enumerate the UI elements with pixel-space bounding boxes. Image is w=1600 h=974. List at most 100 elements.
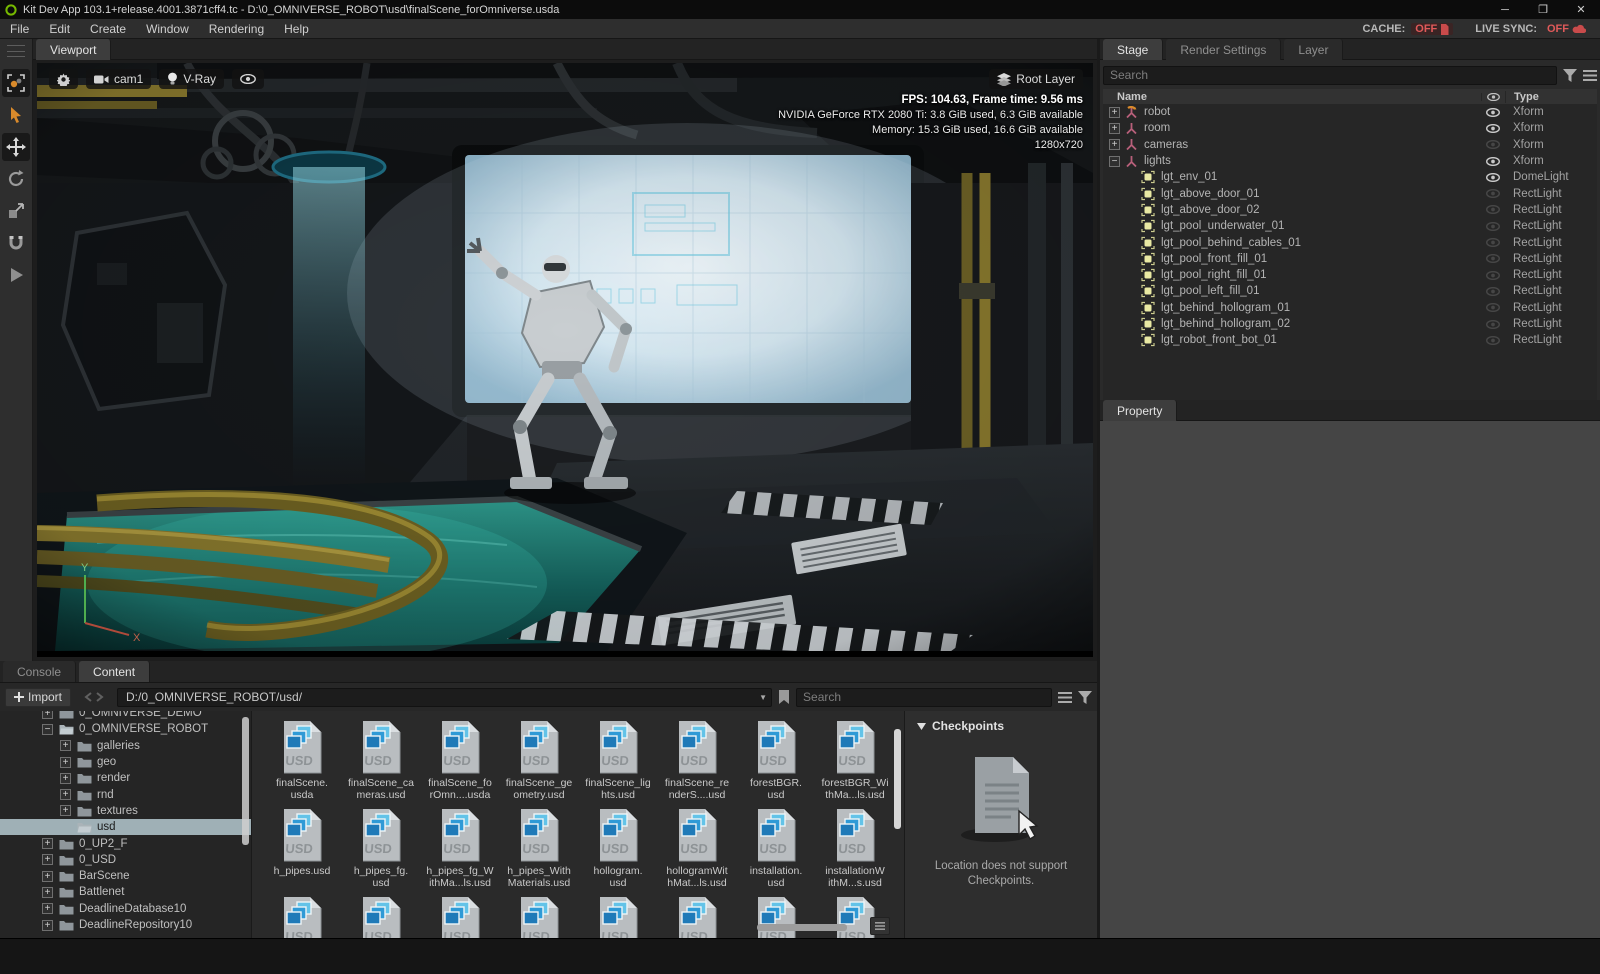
usd-file-item[interactable]: USD h_pipes_With Materials.usd [501, 807, 577, 889]
folder-name[interactable]: galleries [97, 740, 140, 752]
folder-item-battlenet[interactable]: + Battlenet [0, 884, 251, 900]
expander-plus-icon[interactable]: + [60, 772, 71, 784]
play-button[interactable] [2, 261, 30, 289]
visibility-eye-icon[interactable] [1481, 205, 1505, 215]
tab-console[interactable]: Console [3, 661, 77, 682]
tab-layer[interactable]: Layer [1284, 39, 1344, 60]
usd-file-item[interactable]: USD finalScene_ge ometry.usd [501, 719, 577, 801]
forward-icon[interactable] [96, 692, 104, 702]
usd-file-item[interactable]: USD finalScene_ca meras.usd [343, 719, 419, 801]
tab-render-settings[interactable]: Render Settings [1166, 39, 1282, 60]
stage-row[interactable]: lgt_env_01 DomeLight [1103, 169, 1597, 185]
folder-item-0_usd[interactable]: +0_USD [0, 852, 251, 868]
prim-name[interactable]: lgt_behind_hollogram_01 [1161, 302, 1481, 314]
usd-file-item[interactable]: USD hollogramWit hMat...ls.usd [659, 807, 735, 889]
folder-name[interactable]: 0_USD [79, 854, 116, 866]
close-button[interactable]: ✕ [1562, 0, 1600, 19]
menu-edit[interactable]: Edit [39, 22, 80, 36]
folder-item-deadlinedatabase10[interactable]: + DeadlineDatabase10 [0, 901, 251, 917]
viewport-3d-scene[interactable]: Y X cam1 V-Ray Root Layer FPS: 104.63, F… [37, 63, 1093, 657]
menu-window[interactable]: Window [136, 22, 199, 36]
expander-plus-icon[interactable]: + [42, 903, 53, 915]
prim-name[interactable]: lgt_pool_front_fill_01 [1161, 253, 1481, 265]
prim-name[interactable]: lgt_robot_front_bot_01 [1161, 334, 1481, 346]
visibility-eye-icon[interactable] [1481, 189, 1505, 199]
folder-item-usd[interactable]: usd [0, 819, 251, 836]
visibility-eye-icon[interactable] [1481, 140, 1505, 150]
folder-item-0_up2_f[interactable]: +0_UP2_F [0, 835, 251, 851]
folder-name[interactable]: BarScene [79, 870, 130, 882]
select-tool-button[interactable] [2, 101, 30, 129]
prim-name[interactable]: robot [1144, 106, 1481, 118]
folder-name[interactable]: geo [97, 756, 116, 768]
visibility-eye-icon[interactable] [1481, 335, 1505, 345]
stage-row[interactable]: lgt_robot_front_bot_01 RectLight [1103, 332, 1597, 348]
stage-row[interactable]: −> lights Xform [1103, 153, 1597, 169]
maximize-button[interactable]: ❐ [1524, 0, 1562, 19]
path-breadcrumb-input[interactable] [117, 687, 773, 707]
usd-file-item[interactable]: USD [738, 895, 814, 938]
usd-file-item[interactable]: USD [422, 895, 498, 938]
expander-plus-icon[interactable]: + [42, 919, 53, 931]
usd-file-item[interactable]: USD h_pipes_fg. usd [343, 807, 419, 889]
stage-row[interactable]: lgt_pool_underwater_01 RectLight [1103, 218, 1597, 234]
usd-file-item[interactable]: USD hollogram. usd [580, 807, 656, 889]
stage-row[interactable]: + robot Xform [1103, 104, 1597, 120]
folder-name[interactable]: Battlenet [79, 886, 124, 898]
menu-create[interactable]: Create [80, 22, 136, 36]
tab-content[interactable]: Content [79, 661, 151, 682]
live-sync-status-badge[interactable]: OFF [1543, 23, 1590, 35]
expander-plus-icon[interactable]: + [1109, 106, 1120, 118]
toolbar-grip-handle[interactable] [7, 45, 25, 57]
folder-item-rnd[interactable]: + rnd [0, 786, 251, 802]
stage-row[interactable]: lgt_above_door_02 RectLight [1103, 202, 1597, 218]
visibility-eye-icon[interactable] [1481, 221, 1505, 231]
folder-name[interactable]: rnd [97, 789, 114, 801]
expander-plus-icon[interactable]: + [60, 756, 71, 768]
prim-name[interactable]: lgt_pool_underwater_01 [1161, 220, 1481, 232]
menu-rendering[interactable]: Rendering [199, 22, 274, 36]
bookmark-icon[interactable] [778, 690, 790, 704]
expander-minus-icon[interactable]: − [1109, 155, 1120, 167]
stage-row[interactable]: lgt_pool_behind_cables_01 RectLight [1103, 234, 1597, 250]
expander-plus-icon[interactable]: + [1109, 122, 1120, 134]
file-grid-horizontal-scrollbar[interactable] [757, 924, 847, 931]
prim-name[interactable]: lgt_env_01 [1161, 171, 1481, 183]
menu-help[interactable]: Help [274, 22, 319, 36]
visibility-menu-button[interactable] [232, 69, 265, 89]
content-search-input[interactable] [796, 687, 1052, 707]
folder-name[interactable]: render [97, 772, 130, 784]
usd-file-item[interactable]: USD h_pipes_fg_W ithMa...ls.usd [422, 807, 498, 889]
tab-viewport[interactable]: Viewport [36, 39, 112, 60]
prim-name[interactable]: lights [1144, 155, 1481, 167]
folder-item-geo[interactable]: + geo [0, 754, 251, 770]
rotate-tool-button[interactable] [2, 165, 30, 193]
expander-plus-icon[interactable]: + [42, 870, 53, 882]
tab-property[interactable]: Property [1103, 400, 1178, 421]
folder-item-0_omniverse_robot[interactable]: − 0_OMNIVERSE_ROBOT [0, 721, 251, 737]
folder-tree-scrollbar[interactable] [242, 717, 249, 845]
import-button[interactable]: Import [5, 687, 72, 707]
scale-tool-button[interactable] [2, 197, 30, 225]
stage-search-input[interactable] [1103, 65, 1557, 85]
folder-item-render[interactable]: + render [0, 770, 251, 786]
usd-file-item[interactable]: USD finalScene_re nderS....usd [659, 719, 735, 801]
expander-plus-icon[interactable]: + [1109, 139, 1120, 151]
expander-plus-icon[interactable]: + [60, 805, 71, 817]
renderer-selector[interactable]: V-Ray [159, 69, 225, 89]
usd-file-item[interactable]: USD installationW ithM...s.usd [817, 807, 893, 889]
folder-item-galleries[interactable]: + galleries [0, 738, 251, 754]
options-menu-icon[interactable] [1583, 69, 1597, 81]
stage-row[interactable]: lgt_behind_hollogram_01 RectLight [1103, 300, 1597, 316]
stage-row[interactable]: lgt_pool_left_fill_01 RectLight [1103, 283, 1597, 299]
camera-selector[interactable]: cam1 [86, 69, 152, 89]
expander-plus-icon[interactable]: + [42, 886, 53, 898]
filter-icon[interactable] [1078, 690, 1092, 704]
usd-file-item[interactable]: USD [264, 895, 340, 938]
cache-status-badge[interactable]: OFF [1411, 23, 1454, 35]
tab-stage[interactable]: Stage [1103, 39, 1164, 60]
expander-plus-icon[interactable]: + [42, 711, 53, 719]
column-name[interactable]: Name [1103, 91, 1481, 103]
visibility-eye-icon[interactable] [1481, 107, 1505, 117]
minimize-button[interactable]: ─ [1486, 0, 1524, 19]
